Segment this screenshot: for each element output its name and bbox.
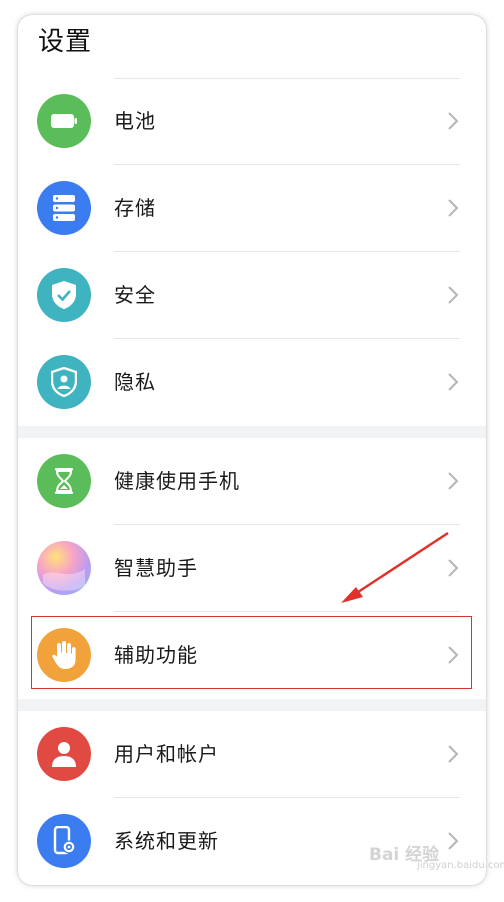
smart-assistant-icon (37, 541, 91, 595)
settings-item-label: 智慧助手 (114, 556, 198, 580)
chevron-right-icon (448, 472, 459, 490)
settings-item-users-accounts[interactable]: 用户和帐户 (18, 711, 486, 798)
highlight-box (31, 616, 472, 689)
settings-item-label: 安全 (114, 283, 156, 307)
shield-check-icon (37, 268, 91, 322)
settings-item-privacy[interactable]: 隐私 (18, 339, 486, 426)
settings-item-label: 系统和更新 (114, 829, 219, 853)
privacy-shield-icon (37, 355, 91, 409)
hourglass-icon (37, 454, 91, 508)
settings-item-label: 存储 (114, 196, 156, 220)
user-icon (37, 727, 91, 781)
battery-icon (37, 94, 91, 148)
settings-item-security[interactable]: 安全 (18, 252, 486, 339)
chevron-right-icon (448, 832, 459, 850)
settings-item-label: 健康使用手机 (114, 469, 240, 493)
phone-settings-icon (37, 814, 91, 868)
chevron-right-icon (448, 559, 459, 577)
chevron-right-icon (448, 199, 459, 217)
settings-item-battery[interactable]: 电池 (18, 78, 486, 165)
group-separator (18, 699, 486, 711)
settings-screen: 设置 电池 存储 安全 隐私 健康使用手机 智慧助手 辅助功能 用户和帐户 系统… (18, 15, 486, 885)
chevron-right-icon (448, 373, 459, 391)
settings-item-smart-assistant[interactable]: 智慧助手 (18, 525, 486, 612)
page-title: 设置 (38, 27, 93, 57)
chevron-right-icon (448, 286, 459, 304)
chevron-right-icon (448, 112, 459, 130)
settings-item-label: 电池 (114, 109, 156, 133)
settings-item-label: 用户和帐户 (114, 742, 219, 766)
watermark: Bai 经验 jingyan.baidu.com (369, 840, 504, 871)
settings-item-label: 隐私 (114, 370, 156, 394)
storage-icon (37, 181, 91, 235)
settings-item-digital-balance[interactable]: 健康使用手机 (18, 438, 486, 525)
watermark-subtext: jingyan.baidu.com (417, 860, 504, 871)
settings-item-storage[interactable]: 存储 (18, 165, 486, 252)
chevron-right-icon (448, 745, 459, 763)
group-separator (18, 426, 486, 438)
